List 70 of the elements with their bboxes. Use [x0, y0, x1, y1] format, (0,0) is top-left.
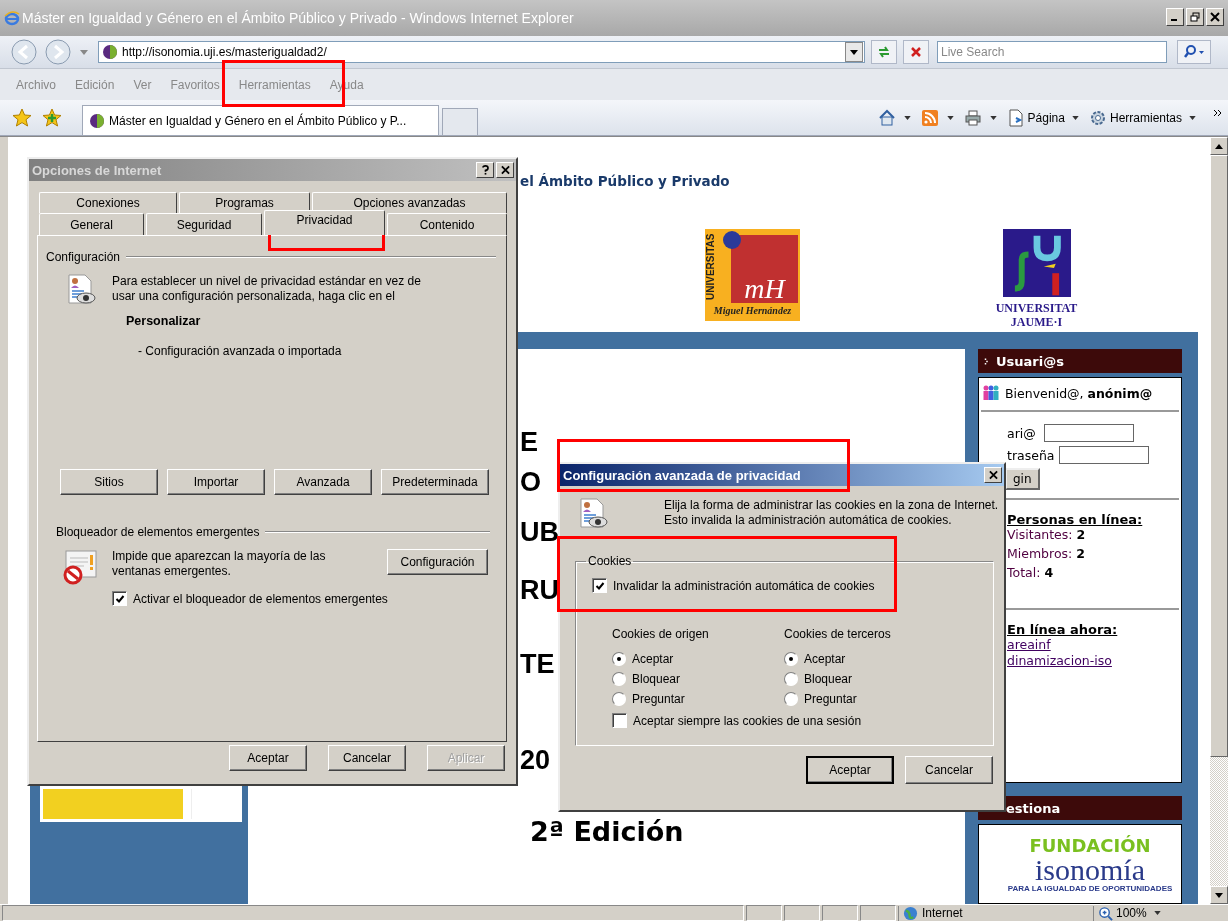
dialog-button[interactable]: Aceptar [229, 745, 307, 771]
checkbox-label: Invalidar la administración automática de cookies [613, 578, 875, 593]
settings-button[interactable]: Configuración [387, 549, 488, 575]
field-label: traseña [1007, 447, 1055, 463]
dialog-tab[interactable]: Conexiones [39, 192, 177, 213]
radio-label: Aceptar [804, 652, 846, 666]
title-fragment: RU [520, 574, 559, 607]
title-fragment: TE [520, 648, 555, 681]
radio-label: Preguntar [632, 692, 685, 706]
dialog-title: Configuración avanzada de privacidad [563, 467, 801, 483]
university-logo: UNIVERSITAS mH Miguel Hernández [705, 229, 800, 321]
page-menu-button[interactable]: Página [1006, 108, 1085, 127]
panel-title: estiona [1006, 800, 1061, 816]
column-heading: Cookies de terceros [784, 627, 892, 641]
page-heading: el Ámbito Público y Privado [520, 173, 731, 189]
dialog-tab[interactable]: Privacidad [264, 210, 385, 235]
column-heading: Cookies de origen [612, 627, 710, 641]
address-field[interactable]: http://isonomia.uji.es/masterigualdad2/ [98, 41, 865, 63]
dialog-tab[interactable]: Opciones avanzadas [312, 192, 507, 213]
dialog-button[interactable]: Importar [167, 469, 265, 495]
checkbox-label: Activar el bloqueador de elementos emergentes [133, 591, 388, 606]
university-logo: UNIVERSITAT JAUME·I [978, 229, 1095, 329]
stat-value: 2 [1076, 546, 1085, 563]
description-text: Para establecer un nivel de privacidad estándar en vez de usar una configuración personalizada, haga clic en el [112, 274, 422, 304]
description-text: Impide que aparezcan la mayoría de las ventanas emergentes. [112, 549, 327, 579]
dialog-tab[interactable]: Contenido [387, 213, 507, 235]
privacy-level-detail: - Configuración avanzada o importada [138, 344, 343, 358]
search-field[interactable]: Live Search [937, 41, 1167, 63]
radio-label: Preguntar [804, 692, 857, 706]
browser-tab[interactable]: Máster en Igualdad y Género en el Ámbito Público y P... [82, 105, 439, 135]
dialog-button[interactable]: Cancelar [328, 745, 406, 771]
dialog-button[interactable]: Predeterminada [381, 469, 489, 495]
tools-menu-button[interactable]: Herramientas [1088, 108, 1202, 127]
radio-label: Aceptar [632, 652, 674, 666]
description-text: Elija la forma de administrar las cookies en la zona de Internet. Esto invalida la administración automática de cookies. [664, 498, 1000, 529]
section-heading: En línea ahora: [1006, 622, 1119, 637]
dialog-button[interactable]: Avanzada [274, 469, 372, 495]
dialog-button[interactable]: Cancelar [905, 756, 993, 784]
checkbox-label: Aceptar siempre las cookies de una sesión [633, 713, 862, 728]
dialog-tab[interactable]: General [39, 213, 144, 235]
privacy-level: Personalizar [126, 314, 202, 328]
welcome-text: Bienvenid@, anónim@ [1005, 385, 1153, 401]
dialog-button[interactable]: Sitios [60, 469, 158, 495]
group-label: Cookies [587, 554, 633, 568]
dialog-title: Opciones de Internet [32, 162, 162, 178]
radio-label: Bloquear [804, 672, 853, 686]
edition-title: 2ª Edición [530, 816, 685, 847]
stat-value: 4 [1044, 565, 1054, 582]
stat-value: 2 [1076, 527, 1086, 544]
dialog-button[interactable]: Aceptar [806, 756, 894, 784]
panel-title: Usuari@s [996, 353, 1064, 369]
security-zone: Internet [898, 905, 1093, 921]
dialog-tab[interactable]: Seguridad [146, 213, 262, 235]
window-title: Máster en Igualdad y Género en el Ámbito Público y Privado - Windows Internet Explorer [22, 10, 575, 26]
radio-label: Bloquear [632, 672, 681, 686]
dialog-tab[interactable]: Programas [179, 192, 310, 213]
section-heading: Personas en línea: [1006, 512, 1144, 527]
section-label: Configuración [46, 250, 121, 264]
title-fragment: O [520, 466, 541, 499]
title-fragment: 20 [520, 744, 551, 777]
stat-label: Visitantes: [1007, 527, 1073, 544]
field-label: ari@ [1007, 425, 1036, 441]
zoom-button[interactable]: 100% [1093, 905, 1167, 921]
stat-label: Miembros: [1007, 546, 1073, 563]
title-fragment: E [520, 426, 538, 459]
title-fragment: UB [520, 516, 559, 549]
section-label: Bloqueador de elementos emergentes [56, 525, 260, 539]
login-button[interactable]: gin [1005, 468, 1040, 490]
stat-label: Total: [1007, 565, 1041, 582]
foundation-logo: FUNDACIÓN isonomía PARA LA IGUALDAD DE OPORTUNIDADES [978, 824, 1182, 904]
